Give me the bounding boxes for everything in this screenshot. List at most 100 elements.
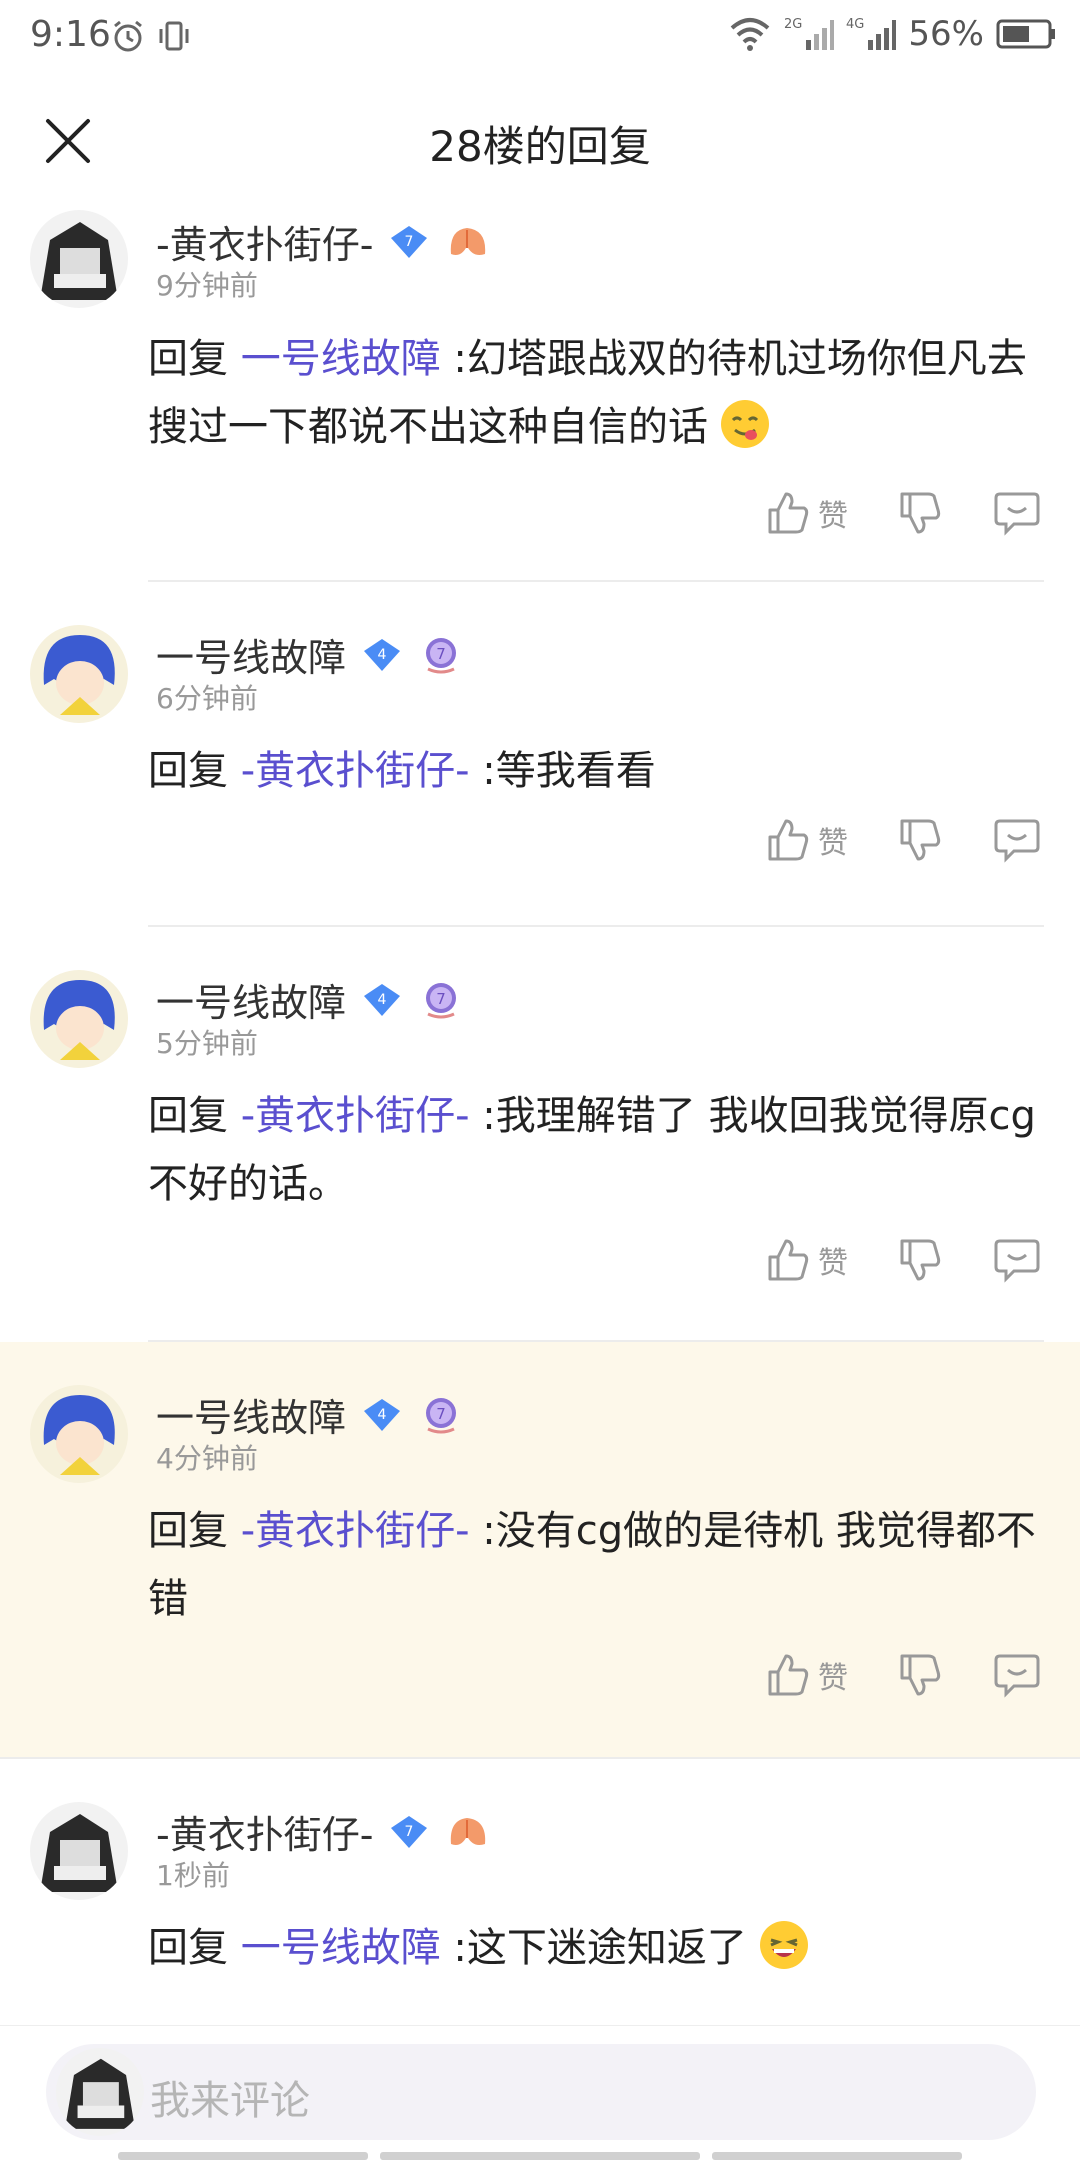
thumb-down-icon[interactable] [898, 817, 944, 863]
username[interactable]: -黄衣扑街仔- [156, 214, 373, 269]
dislike-button[interactable] [898, 817, 944, 863]
like-button[interactable]: 赞 [766, 1237, 848, 1283]
signal-4g-label: 4G [846, 17, 864, 32]
thumb-down-icon[interactable] [898, 1652, 944, 1698]
avatar[interactable] [30, 625, 128, 723]
comment-item: 一号线故障 4 7 6分钟前 回复 -黄衣扑街仔- :等我看看 赞 [0, 582, 1080, 927]
comment-text: :等我看看 [469, 748, 656, 794]
comment-body: 回复 -黄衣扑街仔- :我理解错了 我收回我觉得原cg不好的话。 [148, 1082, 1040, 1218]
wifi-icon [731, 18, 770, 51]
mention-link[interactable]: -黄衣扑街仔- [241, 1508, 470, 1554]
dislike-button[interactable] [898, 1652, 944, 1698]
avatar-image [30, 1385, 128, 1483]
avatar[interactable] [30, 970, 128, 1068]
battery-percent: 56% [908, 14, 984, 54]
username[interactable]: 一号线故障 [156, 972, 346, 1027]
nav-handles [0, 2148, 1080, 2160]
avatar[interactable] [30, 1802, 128, 1900]
avatar-image [30, 210, 128, 308]
grin-emoji-icon [759, 1921, 808, 1969]
like-button[interactable]: 赞 [766, 817, 848, 863]
level-badge-icon: 7 [391, 1815, 428, 1848]
badge-icon: 7 [426, 1397, 457, 1433]
comment-actions: 赞 [766, 1652, 1040, 1698]
dislike-button[interactable] [898, 490, 944, 536]
reply-button[interactable] [994, 1237, 1040, 1283]
username[interactable]: -黄衣扑街仔- [156, 1804, 373, 1859]
reply-bubble-icon[interactable] [994, 1652, 1040, 1698]
like-label[interactable]: 赞 [818, 491, 848, 535]
username[interactable]: 一号线故障 [156, 1387, 346, 1442]
avatar-image [30, 970, 128, 1068]
comment-actions: 赞 [766, 1237, 1040, 1283]
mention-link[interactable]: 一号线故障 [241, 1925, 441, 1971]
signal-4g-icon: 4G [846, 17, 897, 50]
comment-time: 4分钟前 [156, 1442, 258, 1475]
comment-placeholder[interactable]: 我来评论 [150, 2068, 310, 2126]
thumb-up-icon[interactable] [766, 1652, 812, 1698]
comment-list[interactable]: -黄衣扑街仔- 7 9分钟前 回复 一号线故障 :幻塔跟战双的待机过场你但凡去搜… [0, 200, 1080, 2017]
comment-time: 9分钟前 [156, 269, 258, 302]
medal-icon [451, 227, 486, 255]
vibrate-icon [159, 21, 189, 51]
user-row: -黄衣扑街仔- 7 [156, 1804, 491, 1859]
level-number: 4 [378, 647, 387, 663]
avatar[interactable] [30, 1385, 128, 1483]
battery-icon [996, 19, 1055, 49]
thumb-up-icon[interactable] [766, 1237, 812, 1283]
comment-item: 一号线故障 4 7 5分钟前 回复 -黄衣扑街仔- :我理解错了 我收回我觉得原… [0, 927, 1080, 1342]
comment-body: 回复 一号线故障 :这下迷途知返了 [148, 1914, 1040, 1982]
like-label[interactable]: 赞 [818, 1653, 848, 1697]
reply-bubble-icon[interactable] [994, 1237, 1040, 1283]
reply-button[interactable] [994, 1652, 1040, 1698]
user-row: 一号线故障 4 7 [156, 627, 464, 682]
reply-prefix: 回复 [148, 1508, 241, 1554]
comment-item-highlighted: 一号线故障 4 7 4分钟前 回复 -黄衣扑街仔- :没有cg做的是待机 我觉得… [0, 1342, 1080, 1757]
dislike-button[interactable] [898, 1237, 944, 1283]
mention-link[interactable]: 一号线故障 [241, 336, 441, 382]
reply-bubble-icon[interactable] [994, 490, 1040, 536]
badge-number: 7 [436, 990, 446, 1008]
badge-number: 7 [436, 645, 446, 663]
level-number: 7 [405, 234, 414, 250]
yum-emoji-icon [720, 400, 769, 448]
level-badge-icon: 4 [364, 1398, 401, 1431]
reply-bubble-icon[interactable] [994, 817, 1040, 863]
mention-link[interactable]: -黄衣扑街仔- [241, 748, 470, 794]
signal-2g-icon: 2G [784, 17, 835, 50]
signal-2g-label: 2G [784, 17, 802, 32]
mention-link[interactable]: -黄衣扑街仔- [241, 1093, 470, 1139]
thumb-up-icon[interactable] [766, 817, 812, 863]
comment-item: -黄衣扑街仔- 7 9分钟前 回复 一号线故障 :幻塔跟战双的待机过场你但凡去搜… [0, 200, 1080, 582]
comment-input[interactable]: 我来评论 [46, 2044, 1036, 2140]
like-button[interactable]: 赞 [766, 1652, 848, 1698]
user-row: 一号线故障 4 7 [156, 1387, 464, 1442]
comment-body: 回复 一号线故障 :幻塔跟战双的待机过场你但凡去搜过一下都说不出这种自信的话 [148, 325, 1040, 461]
username[interactable]: 一号线故障 [156, 627, 346, 682]
badge-icon: 7 [426, 982, 457, 1018]
status-time: 9:16 [30, 14, 111, 55]
user-row: 一号线故障 4 7 [156, 972, 464, 1027]
like-label[interactable]: 赞 [818, 1238, 848, 1282]
thumb-down-icon[interactable] [898, 1237, 944, 1283]
comment-time: 6分钟前 [156, 682, 258, 715]
thumb-down-icon[interactable] [898, 490, 944, 536]
level-number: 4 [378, 992, 387, 1008]
level-badge-icon: 4 [364, 638, 401, 671]
comment-time: 5分钟前 [156, 1027, 258, 1060]
reply-prefix: 回复 [148, 1093, 241, 1139]
like-label[interactable]: 赞 [818, 818, 848, 862]
reply-button[interactable] [994, 490, 1040, 536]
like-button[interactable]: 赞 [766, 490, 848, 536]
status-right: 2G 4G 56% [728, 14, 1056, 54]
thumb-up-icon[interactable] [766, 490, 812, 536]
reply-prefix: 回复 [148, 748, 241, 794]
avatar[interactable] [30, 210, 128, 308]
reply-button[interactable] [994, 817, 1040, 863]
level-number: 4 [378, 1407, 387, 1423]
badge-number: 7 [436, 1405, 446, 1423]
level-badge-icon: 4 [364, 983, 401, 1016]
comment-time: 1秒前 [156, 1859, 230, 1892]
header: 28楼的回复 [0, 95, 1080, 190]
bottom-bar: 我来评论 [0, 2025, 1080, 2160]
